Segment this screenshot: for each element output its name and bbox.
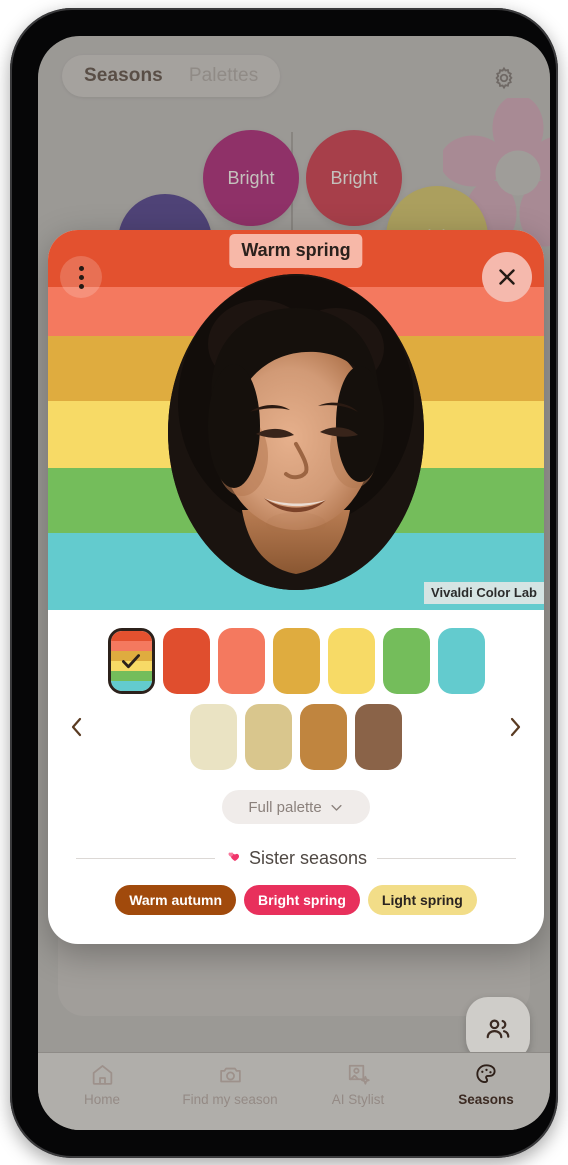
season-title: Warm spring bbox=[229, 234, 363, 268]
nav-item-seasons[interactable]: Seasons bbox=[422, 1062, 550, 1107]
palette-carousel: Full palette Sister seasons Warm autumn … bbox=[48, 610, 544, 915]
modal-menu-button[interactable] bbox=[60, 256, 102, 298]
chevron-right-icon bbox=[510, 717, 521, 737]
people-icon bbox=[486, 1019, 510, 1039]
nav-label: Find my season bbox=[182, 1092, 278, 1107]
sister-season-chip[interactable]: Bright spring bbox=[244, 885, 360, 915]
swatch[interactable] bbox=[190, 704, 237, 770]
swatch-row bbox=[48, 704, 544, 770]
divider-line bbox=[377, 858, 516, 859]
nav-item-ai-stylist[interactable]: AI Stylist bbox=[294, 1062, 422, 1107]
swatch-row bbox=[48, 628, 544, 694]
full-palette-label: Full palette bbox=[248, 798, 322, 816]
sister-season-chip[interactable]: Warm autumn bbox=[115, 885, 237, 915]
sister-seasons-heading: Sister seasons bbox=[225, 848, 367, 869]
swatch[interactable] bbox=[217, 628, 265, 694]
divider-line bbox=[76, 858, 215, 859]
nav-item-find-my-season[interactable]: Find my season bbox=[166, 1062, 294, 1107]
season-detail-modal: Warm spring Vivaldi Color Lab Full palet… bbox=[48, 230, 544, 944]
kebab-menu-icon bbox=[78, 265, 84, 271]
kebab-menu-icon bbox=[78, 283, 84, 289]
chevron-down-icon bbox=[331, 804, 342, 811]
watermark-label: Vivaldi Color Lab bbox=[424, 582, 544, 604]
check-icon bbox=[111, 631, 152, 691]
palette-icon bbox=[475, 1064, 496, 1084]
nav-item-home[interactable]: Home bbox=[38, 1062, 166, 1107]
two-hearts-icon bbox=[228, 852, 239, 861]
sister-seasons-label: Sister seasons bbox=[248, 848, 368, 868]
model-portrait bbox=[168, 274, 424, 590]
carousel-next-button[interactable] bbox=[502, 712, 528, 742]
modal-close-button[interactable] bbox=[482, 252, 532, 302]
bottom-navigation: Home Find my season AI Stylist Seasons bbox=[38, 1052, 550, 1130]
sister-season-chips: Warm autumn Bright spring Light spring bbox=[48, 885, 544, 915]
sister-seasons-divider: Sister seasons bbox=[76, 848, 516, 869]
swatch-selected[interactable] bbox=[107, 628, 155, 694]
phone-screen: Deep Bright Bright Light Seasons Palette… bbox=[38, 36, 550, 1130]
nav-label: Home bbox=[83, 1092, 120, 1107]
season-hero: Warm spring Vivaldi Color Lab bbox=[48, 230, 544, 610]
carousel-prev-button[interactable] bbox=[64, 712, 90, 742]
close-icon bbox=[499, 269, 515, 285]
swatch[interactable] bbox=[272, 628, 320, 694]
swatch[interactable] bbox=[162, 628, 210, 694]
swatch[interactable] bbox=[300, 704, 347, 770]
kebab-menu-icon bbox=[78, 274, 84, 280]
ai-photo-icon bbox=[348, 1064, 370, 1085]
camera-icon bbox=[219, 1067, 241, 1083]
swatch[interactable] bbox=[245, 704, 292, 770]
sister-season-chip[interactable]: Light spring bbox=[367, 885, 477, 915]
home-icon bbox=[92, 1065, 112, 1085]
chevron-left-icon bbox=[71, 717, 82, 737]
swatch[interactable] bbox=[437, 628, 485, 694]
swatch[interactable] bbox=[355, 704, 402, 770]
nav-label: Seasons bbox=[458, 1092, 514, 1107]
nav-label: AI Stylist bbox=[331, 1092, 385, 1107]
swatch[interactable] bbox=[382, 628, 430, 694]
full-palette-dropdown[interactable]: Full palette bbox=[222, 790, 370, 824]
swatch[interactable] bbox=[327, 628, 375, 694]
phone-frame: Deep Bright Bright Light Seasons Palette… bbox=[10, 8, 558, 1158]
